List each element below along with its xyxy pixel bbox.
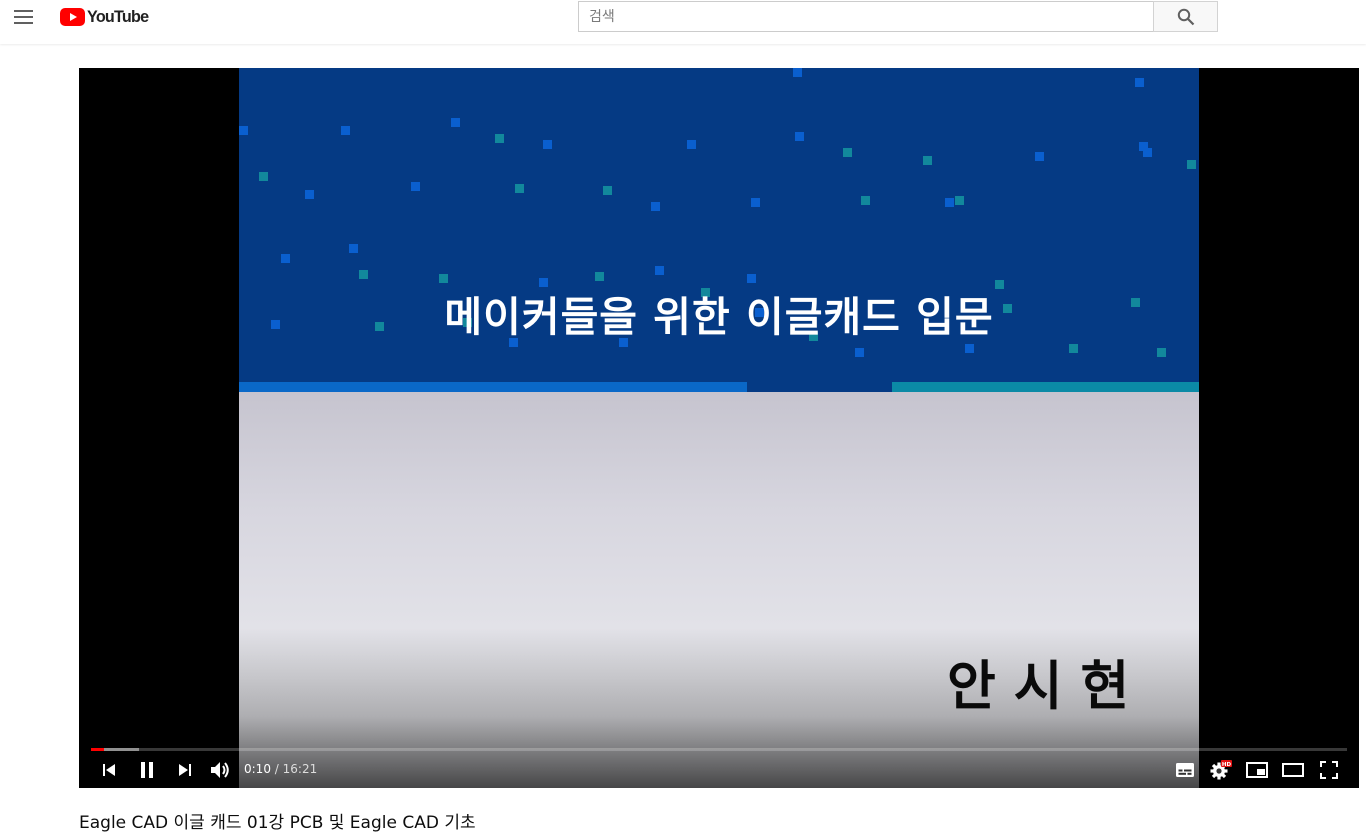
slide-pattern-square: [795, 132, 804, 141]
slide-pattern-square: [239, 126, 248, 135]
progress-bar[interactable]: [91, 748, 1347, 751]
miniplayer-icon: [1246, 762, 1268, 778]
slide-pattern-square: [955, 196, 964, 205]
slide-pattern-square: [1157, 348, 1166, 357]
slide-title: 메이커들을 위한 이글캐드 입문: [444, 293, 994, 341]
slide-pattern-square: [1135, 78, 1144, 87]
progress-played: [91, 748, 104, 751]
slide-pattern-square: [1069, 344, 1078, 353]
slide-pattern-square: [793, 68, 802, 77]
slide-pattern-square: [1187, 160, 1196, 169]
slide-pattern-square: [965, 344, 974, 353]
slide-pattern-square: [751, 198, 760, 207]
slide-pattern-square: [281, 254, 290, 263]
search-button[interactable]: [1153, 1, 1218, 32]
fullscreen-icon: [1320, 761, 1338, 779]
miniplayer-button[interactable]: [1239, 752, 1275, 788]
subtitles-button[interactable]: [1167, 752, 1203, 788]
time-display: 0:10 / 16:21: [244, 762, 317, 776]
time-separator: /: [270, 762, 283, 776]
settings-button[interactable]: HD: [1203, 752, 1239, 788]
slide-pattern-square: [687, 140, 696, 149]
subtitles-icon: [1176, 763, 1194, 777]
slide-pattern-square: [595, 272, 604, 281]
hamburger-menu-icon-bar: [14, 22, 33, 24]
slide-pattern-square: [1035, 152, 1044, 161]
slide-pattern-square: [843, 148, 852, 157]
slide-pattern-square: [451, 118, 460, 127]
next-button[interactable]: [167, 752, 203, 788]
slide-pattern-square: [861, 196, 870, 205]
pause-button[interactable]: [129, 752, 165, 788]
slide-pattern-square: [655, 266, 664, 275]
slide-pattern-square: [603, 186, 612, 195]
slide-pattern-square: [923, 156, 932, 165]
previous-button[interactable]: [91, 752, 127, 788]
slide-pattern-square: [1143, 148, 1152, 157]
slide-header-background: [239, 68, 1199, 392]
slide-pattern-square: [305, 190, 314, 199]
youtube-logo-icon: [60, 8, 85, 26]
slide-pattern-square: [651, 202, 660, 211]
hamburger-menu-icon: [14, 10, 33, 12]
duration: 16:21: [282, 762, 318, 776]
slide-pattern-square: [855, 348, 864, 357]
skip-next-icon: [179, 764, 191, 776]
search-input[interactable]: [579, 2, 1154, 31]
slide-author: 안시현: [947, 656, 1148, 717]
slide-stripe: [892, 382, 1199, 392]
slide-pattern-square: [495, 134, 504, 143]
slide-pattern-square: [747, 274, 756, 283]
theater-mode-button[interactable]: [1275, 752, 1311, 788]
youtube-home-link[interactable]: YouTube: [60, 7, 152, 27]
slide-pattern-square: [341, 126, 350, 135]
slide-pattern-square: [945, 198, 954, 207]
fullscreen-button[interactable]: [1311, 752, 1347, 788]
slide-pattern-square: [411, 182, 420, 191]
youtube-wordmark: YouTube: [87, 7, 149, 26]
slide-pattern-square: [543, 140, 552, 149]
pause-icon: [141, 762, 153, 778]
skip-previous-icon: [103, 764, 115, 776]
player-controls: 0:10 / 16:21 HD: [79, 752, 1359, 788]
quality-badge: HD: [1222, 762, 1232, 768]
theater-mode-icon: [1282, 763, 1304, 777]
volume-icon: [211, 762, 229, 778]
slide-pattern-square: [259, 172, 268, 181]
slide-pattern-square: [439, 274, 448, 283]
gear-icon: HD: [1210, 760, 1232, 780]
video-title: Eagle CAD 이글 캐드 01강 PCB 및 Eagle CAD 기초: [79, 813, 476, 833]
current-time: 0:10: [244, 762, 271, 776]
hamburger-menu-icon-bar: [14, 16, 33, 18]
search-box: [578, 1, 1154, 32]
slide-body-background: [239, 392, 1199, 788]
mute-button[interactable]: [203, 752, 239, 788]
video-frame: 메이커들을 위한 이글캐드 입문 안시현: [239, 68, 1199, 788]
video-player[interactable]: 메이커들을 위한 이글캐드 입문 안시현 0:10 / 16:21 HD: [79, 68, 1359, 788]
slide-pattern-square: [349, 244, 358, 253]
guide-menu-button[interactable]: [10, 4, 38, 30]
magnifier-search-icon: [1177, 8, 1194, 25]
slide-pattern-square: [359, 270, 368, 279]
slide-stripe: [239, 382, 747, 392]
masthead: YouTube: [0, 0, 1366, 44]
slide-pattern-square: [515, 184, 524, 193]
